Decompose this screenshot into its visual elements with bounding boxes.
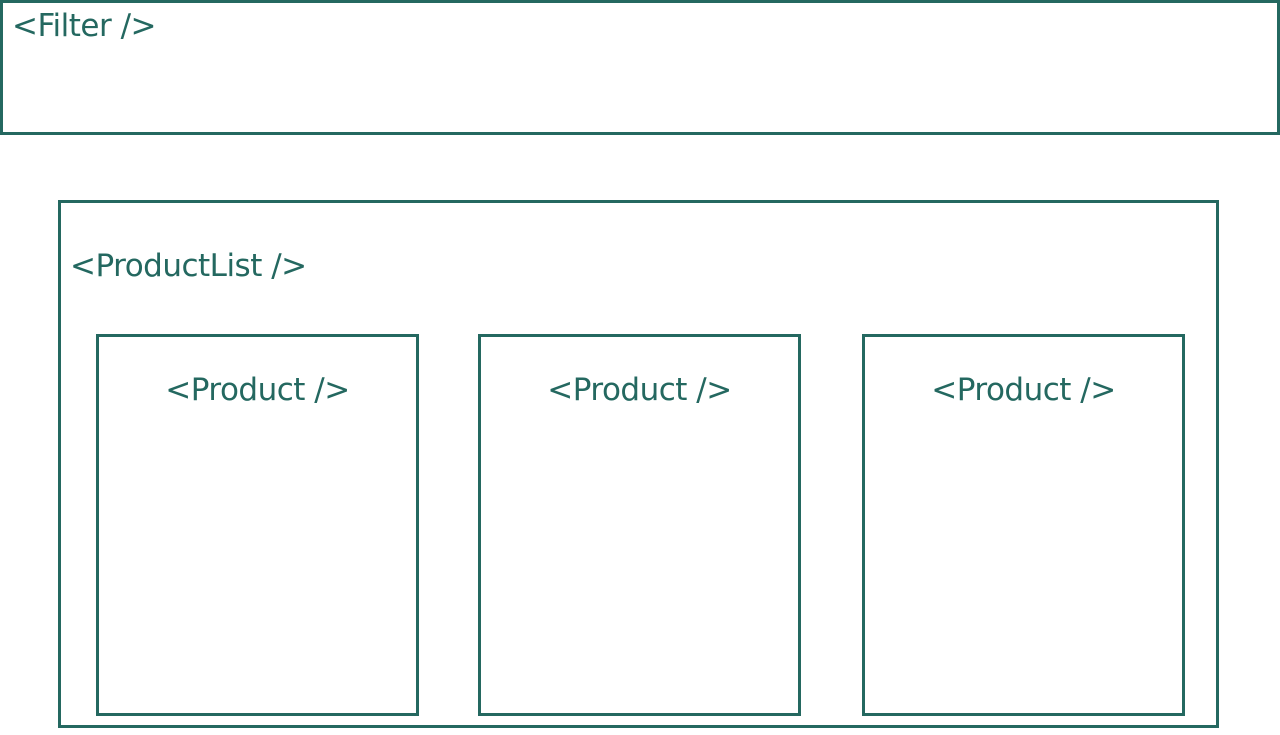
product-list-component-label: <ProductList /> — [70, 248, 307, 284]
product-component-box: <Product /> — [478, 334, 801, 716]
filter-component-box: <Filter /> — [0, 0, 1280, 135]
product-component-box: <Product /> — [862, 334, 1185, 716]
product-component-box: <Product /> — [96, 334, 419, 716]
product-component-label: <Product /> — [165, 372, 350, 408]
filter-component-label: <Filter /> — [12, 8, 157, 44]
product-component-label: <Product /> — [931, 372, 1116, 408]
product-list-component-box: <ProductList /> <Product /> <Product /> … — [58, 200, 1219, 728]
product-component-label: <Product /> — [547, 372, 732, 408]
